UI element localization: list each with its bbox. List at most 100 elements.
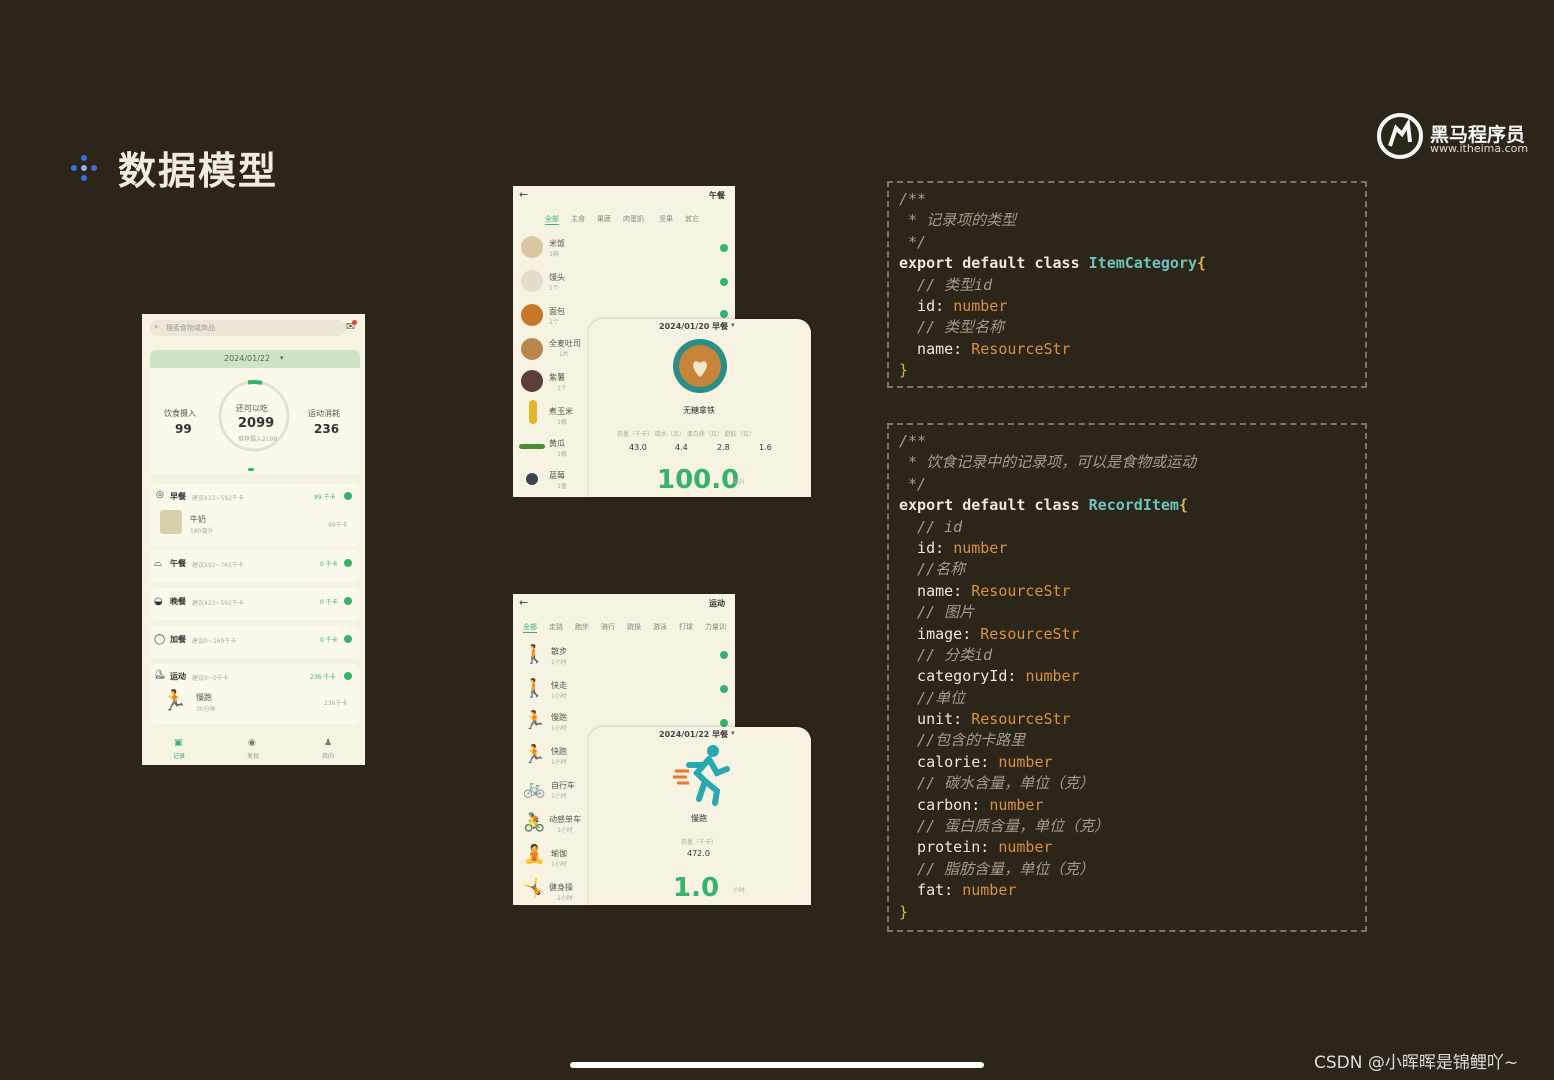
tab-fruit[interactable]: 果蔬 (597, 214, 611, 224)
food-unit: 1盒 (557, 483, 567, 490)
fat-value: 1.6 (759, 443, 772, 452)
item-kcal: 236千卡 (324, 700, 348, 707)
tab-nuts[interactable]: 坚果 (659, 214, 673, 224)
food-name: 米饭 (549, 239, 565, 248)
unread-dot (352, 320, 357, 325)
add-snack-button[interactable] (344, 635, 352, 643)
panel-date: 2024/01/20 早餐 (659, 322, 729, 331)
code-line: //单位 (899, 688, 966, 707)
tab-aerobics[interactable]: 跳操 (627, 622, 641, 632)
calorie-value: 472.0 (687, 849, 710, 858)
meal-name: 午餐 (170, 559, 186, 568)
code-line: // 碳水含量，单位（克） (899, 774, 1095, 793)
add-food-button[interactable] (720, 310, 728, 318)
tab-walk[interactable]: 走路 (549, 622, 563, 632)
latte-image (673, 339, 727, 393)
date-picker[interactable]: 2024/01/22 ▾ (150, 350, 360, 368)
chevron-down-icon[interactable]: ▾ (731, 729, 735, 737)
cucumber-image (519, 444, 545, 449)
food-name: 煮玉米 (549, 407, 573, 416)
add-breakfast-button[interactable] (344, 492, 352, 500)
amount-unit: 毫升 (733, 479, 746, 486)
diamond-bullet-icon (71, 155, 97, 181)
tab-all[interactable]: 全部 (523, 622, 537, 633)
food-name: 全麦吐司 (549, 339, 581, 348)
meal-kcal: 236 千卡 (310, 674, 336, 681)
search-bar[interactable]: ⌕ 搜索食物或商品 (150, 320, 346, 336)
home-indicator[interactable] (570, 1062, 984, 1068)
code-line: } (899, 902, 909, 921)
tab-meat[interactable]: 肉蛋奶 (623, 214, 644, 224)
sport-unit: 1小时 (551, 759, 567, 766)
meal-kcal: 0 千卡 (320, 637, 338, 644)
tab-discover[interactable]: 发现 (247, 751, 259, 760)
add-food-button[interactable] (720, 244, 728, 252)
food-unit: 1片 (559, 351, 569, 358)
burn-label: 运动消耗 (308, 409, 340, 418)
code-line: protein: number (899, 838, 1053, 857)
search-placeholder: 搜索食物或商品 (166, 324, 215, 332)
meal-hint: 建议0~169千卡 (192, 638, 237, 645)
add-sport-button[interactable] (720, 719, 728, 727)
sport-unit: 1小时 (551, 793, 567, 800)
meal-name: 加餐 (170, 635, 186, 644)
sport-unit: 1小时 (551, 725, 567, 732)
add-food-button[interactable] (720, 278, 728, 286)
back-arrow-icon[interactable]: ← (519, 596, 528, 609)
runner-icon: 🏃 (162, 688, 187, 712)
add-sport-button[interactable] (344, 672, 352, 680)
add-sport-button[interactable] (720, 685, 728, 693)
meal-card-dinner[interactable]: ◒ 晚餐 建议423~592千卡 0 千卡 (150, 588, 360, 620)
record-icon: ▣ (174, 738, 183, 748)
code-panel-recorditem: /** * 饮食记录中的记录项，可以是食物或运动 */ export defau… (887, 423, 1367, 932)
sport-name: 快走 (551, 681, 567, 690)
tab-staple[interactable]: 主食 (571, 214, 585, 224)
code-line: export default class RecordItem{ (899, 496, 1188, 515)
meal-card-sport[interactable]: ⛸ 运动 建议0~0千卡 236 千卡 🏃 慢跑 30分钟 236千卡 (150, 664, 360, 724)
bread-image (521, 304, 543, 326)
tab-mine[interactable]: 我的 (322, 751, 334, 760)
back-arrow-icon[interactable]: ← (519, 188, 528, 201)
stats-card: 饮食摄入 99 还可以吃 2099 推荐摄入2198 运动消耗 236 (150, 368, 360, 474)
tab-other[interactable]: 其它 (685, 214, 699, 224)
tab-swim[interactable]: 游泳 (653, 622, 667, 632)
tab-run[interactable]: 跑步 (575, 622, 589, 632)
code-line: // 蛋白质含量，单位（克） (899, 817, 1110, 836)
user-icon: ♟ (324, 738, 333, 748)
food-unit: 1个 (549, 319, 559, 326)
sport-name: 慢跑 (551, 713, 567, 722)
meal-card-breakfast[interactable]: ◎ 早餐 建议423~592千卡 99 千卡 牛奶 180毫升 99千卡 (150, 484, 360, 546)
walk-icon: 🚶 (523, 644, 546, 665)
amount-input[interactable]: 100.0 (657, 465, 739, 495)
code-line: fat: number (899, 881, 1017, 900)
jog-image (673, 745, 730, 806)
code-line: /** (899, 190, 927, 208)
chevron-down-icon[interactable]: ▾ (731, 321, 735, 329)
add-lunch-button[interactable] (344, 559, 352, 567)
food-name: 面包 (549, 307, 565, 316)
search-icon: ⌕ (154, 322, 159, 331)
food-unit: 1个 (549, 285, 559, 292)
code-line: // 图片 (899, 603, 975, 622)
tab-all[interactable]: 全部 (545, 214, 559, 225)
sport-unit: 1小时 (551, 659, 567, 666)
remain-label: 还可以吃 (236, 404, 268, 413)
meal-card-snack[interactable]: ◯ 加餐 建议0~169千卡 0 千卡 (150, 626, 360, 658)
sport-unit: 1小时 (551, 861, 567, 868)
amount-input[interactable]: 1.0 (673, 873, 719, 903)
tab-record[interactable]: 记录 (173, 751, 185, 760)
dinner-icon: ◒ (154, 596, 163, 607)
meal-card-lunch[interactable]: ⌓ 午餐 建议592~761千卡 0 千卡 (150, 550, 360, 582)
food-detail-panel: 2024/01/20 早餐 ▾ 无糖拿铁 热量（千卡） 碳水（克） 蛋白质（克）… (589, 319, 811, 497)
food-name: 黄瓜 (549, 439, 565, 448)
tab-ball[interactable]: 打球 (679, 622, 693, 632)
yoga-icon: 🧘 (523, 844, 546, 865)
add-dinner-button[interactable] (344, 597, 352, 605)
meal-name: 运动 (170, 672, 186, 681)
add-sport-button[interactable] (720, 651, 728, 659)
food-unit: 1根 (557, 451, 567, 458)
item-sub: 180毫升 (190, 528, 214, 535)
tab-ride[interactable]: 骑行 (601, 622, 615, 632)
run-icon: 🏃 (523, 744, 546, 765)
tab-strength[interactable]: 力量训 (705, 622, 726, 632)
